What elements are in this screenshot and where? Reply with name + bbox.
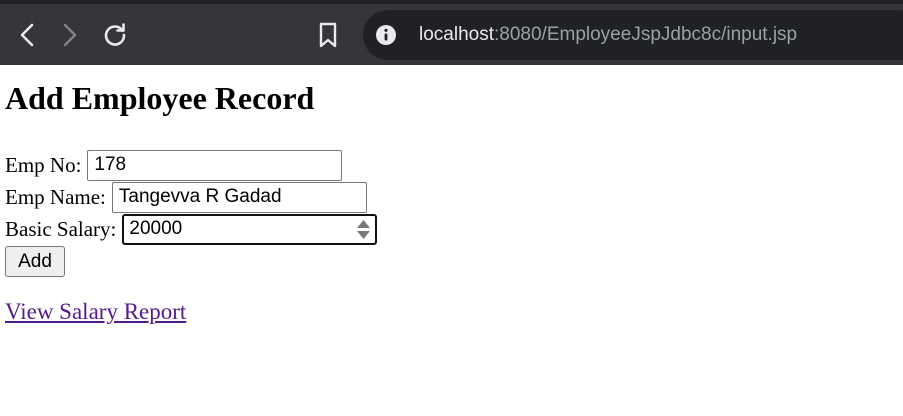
emp-no-value: 178 xyxy=(94,154,127,175)
bookmark-icon xyxy=(317,21,339,49)
info-icon[interactable] xyxy=(375,24,397,46)
bookmark-button[interactable] xyxy=(310,14,346,56)
view-salary-report-link[interactable]: View Salary Report xyxy=(5,299,186,325)
forward-arrow-icon xyxy=(60,22,80,48)
add-button[interactable]: Add xyxy=(5,246,65,277)
basic-salary-value: 20000 xyxy=(129,218,183,239)
url-path: :8080/EmployeeJspJdbc8c/input.jsp xyxy=(494,24,798,45)
reload-icon xyxy=(101,21,129,49)
emp-name-label: Emp Name: xyxy=(5,184,106,209)
basic-salary-row: Basic Salary: 20000 xyxy=(5,213,378,245)
page-title: Add Employee Record xyxy=(5,80,315,116)
basic-salary-label: Basic Salary: xyxy=(5,216,117,241)
back-arrow-icon xyxy=(17,22,37,48)
emp-no-label: Emp No: xyxy=(5,152,82,177)
address-bar[interactable]: localhost:8080/EmployeeJspJdbc8c/input.j… xyxy=(363,10,903,60)
url-text[interactable]: localhost:8080/EmployeeJspJdbc8c/input.j… xyxy=(419,24,797,46)
url-host: localhost xyxy=(419,24,494,45)
number-spinner[interactable] xyxy=(357,219,371,239)
emp-name-value: Tangevva R Gadad xyxy=(118,186,282,207)
emp-no-row: Emp No: 178 xyxy=(5,149,343,181)
reload-button[interactable] xyxy=(97,14,133,56)
browser-toolbar: localhost:8080/EmployeeJspJdbc8c/input.j… xyxy=(0,0,903,65)
spin-up-icon[interactable] xyxy=(357,219,371,228)
back-button[interactable] xyxy=(9,14,45,56)
emp-name-row: Emp Name: Tangevva R Gadad xyxy=(5,181,367,213)
spin-down-icon[interactable] xyxy=(357,230,371,239)
forward-button[interactable] xyxy=(52,14,88,56)
emp-no-input[interactable]: 178 xyxy=(87,149,343,181)
emp-name-input[interactable]: Tangevva R Gadad xyxy=(111,181,367,213)
basic-salary-input[interactable]: 20000 xyxy=(122,213,378,245)
